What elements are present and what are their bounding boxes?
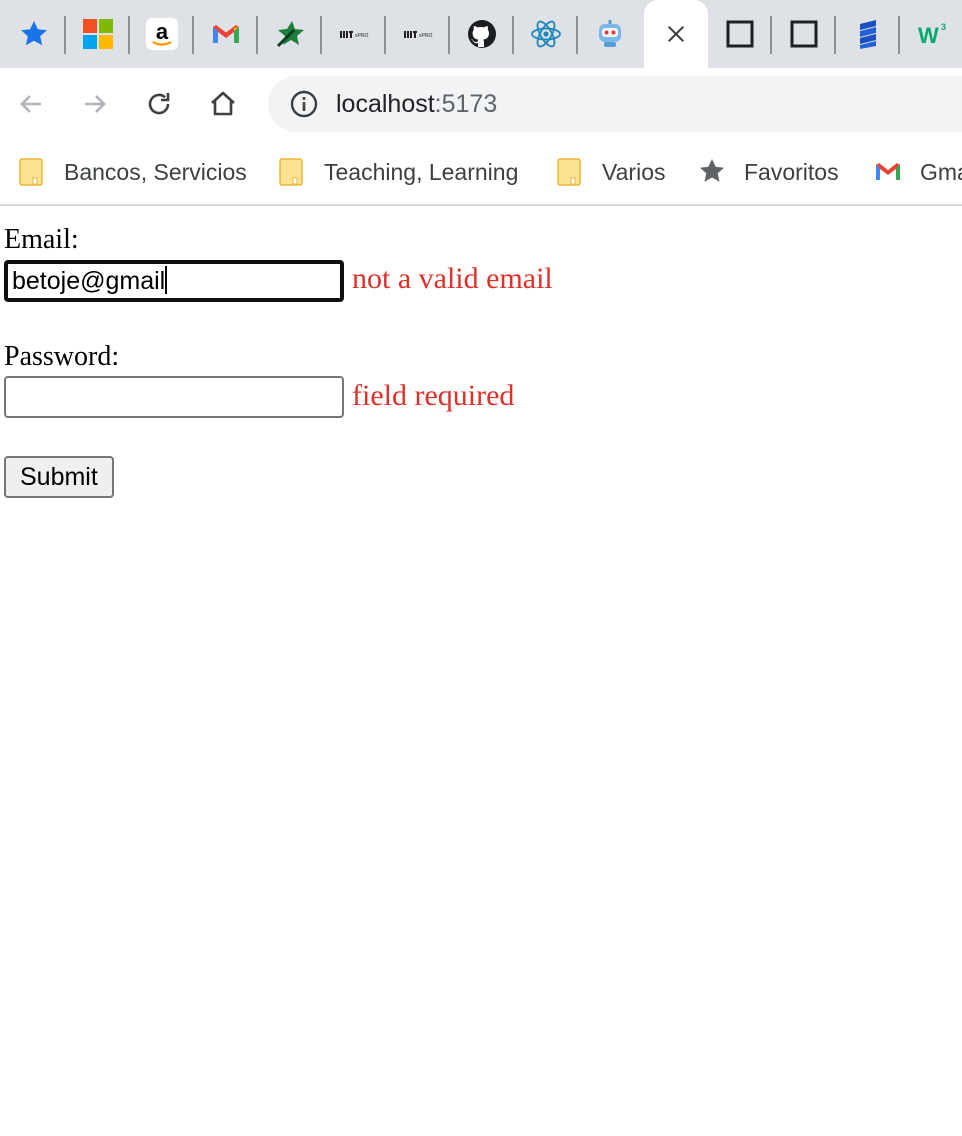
folder-icon (19, 158, 43, 186)
tab-react[interactable] (514, 0, 578, 68)
info-icon[interactable] (288, 88, 320, 120)
text-caret (165, 266, 168, 294)
bookmark-gmail[interactable]: Gmail (874, 152, 962, 192)
url-host: localhost (336, 90, 435, 118)
tab-blank-1[interactable] (708, 0, 772, 68)
react-logo-icon (531, 20, 561, 48)
tab-mit-xpro-1[interactable]: xPRO (322, 0, 386, 68)
tab-amazon[interactable]: a (130, 0, 194, 68)
home-button[interactable] (201, 82, 245, 126)
reload-icon (148, 93, 170, 115)
bookmark-label: Bancos, Servicios (64, 158, 247, 185)
github-logo-icon (468, 20, 496, 48)
tab-w3schools[interactable]: W3 (900, 0, 962, 68)
tab-gmail[interactable] (194, 0, 258, 68)
bookmark-label: Teaching, Learning (324, 158, 519, 185)
arrow-right-icon (85, 95, 106, 113)
url-port: :5173 (434, 90, 498, 118)
mit-xpro-logo-icon: xPRO (340, 31, 368, 39)
email-input[interactable]: betoje@gmail (4, 260, 344, 302)
amazon-logo-icon: a (146, 18, 178, 50)
back-button[interactable] (9, 82, 53, 126)
bookmark-folder-teaching[interactable]: Teaching, Learning (278, 152, 518, 192)
browser-toolbar: localhost:5173 (0, 68, 962, 140)
gmail-logo-icon (876, 163, 900, 180)
robot-icon (599, 20, 621, 47)
email-label: Email: (4, 224, 79, 255)
svg-text:W: W (918, 23, 939, 48)
tab-blue-stack[interactable] (836, 0, 900, 68)
bookmark-label: Gmail (920, 158, 962, 185)
tab-bookmarks[interactable] (2, 0, 66, 68)
bookmark-label: Favoritos (744, 158, 839, 185)
folder-icon (557, 158, 581, 186)
password-error: field required (352, 379, 515, 412)
email-error: not a valid email (352, 262, 553, 295)
bookmark-favoritos[interactable]: Favoritos (698, 152, 839, 192)
blank-page-icon (790, 20, 818, 48)
folder-icon (279, 158, 303, 186)
tab-robot[interactable] (578, 0, 642, 68)
w3schools-logo-icon: W3 (918, 22, 946, 48)
bookmark-folder-bancos[interactable]: Bancos, Servicios (18, 152, 247, 192)
close-icon[interactable] (663, 21, 689, 47)
green-star-arrow-icon (276, 21, 304, 48)
password-input[interactable] (4, 376, 344, 418)
arrow-left-icon (20, 95, 41, 113)
reload-button[interactable] (137, 82, 181, 126)
svg-text:a: a (156, 19, 169, 44)
address-bar[interactable]: localhost:5173 (268, 76, 962, 132)
bookmarks-bar: Bancos, Servicios Teaching, Learning Var… (0, 140, 962, 206)
gmail-logo-icon (213, 25, 239, 43)
tab-mit-xpro-2[interactable]: xPRO (386, 0, 450, 68)
submit-button[interactable]: Submit (4, 456, 114, 498)
tab-github[interactable] (450, 0, 514, 68)
blue-stack-icon (860, 20, 876, 49)
tab-strip: a xPRO xPRO W3 (0, 0, 962, 68)
tab-green-star[interactable] (258, 0, 322, 68)
home-icon (211, 91, 235, 116)
url-text[interactable]: localhost:5173 (336, 88, 497, 120)
blank-page-icon (726, 20, 754, 48)
forward-button[interactable] (73, 82, 117, 126)
svg-text:xPRO: xPRO (355, 33, 368, 39)
mit-xpro-logo-icon: xPRO (404, 31, 432, 39)
tab-blank-2[interactable] (772, 0, 836, 68)
bookmark-label: Varios (602, 158, 666, 185)
tab-microsoft[interactable] (66, 0, 130, 68)
star-bookmark-icon (21, 21, 47, 46)
star-icon (700, 159, 724, 182)
svg-text:xPRO: xPRO (419, 33, 432, 39)
password-label: Password: (4, 341, 120, 372)
bookmark-folder-varios[interactable]: Varios (556, 152, 666, 192)
microsoft-logo-icon (83, 19, 113, 49)
email-value: betoje@gmail (12, 267, 166, 295)
tab-active-localhost[interactable] (644, 0, 708, 68)
page-content: Email: betoje@gmail not a valid email Pa… (0, 206, 962, 1136)
svg-text:3: 3 (941, 22, 946, 32)
